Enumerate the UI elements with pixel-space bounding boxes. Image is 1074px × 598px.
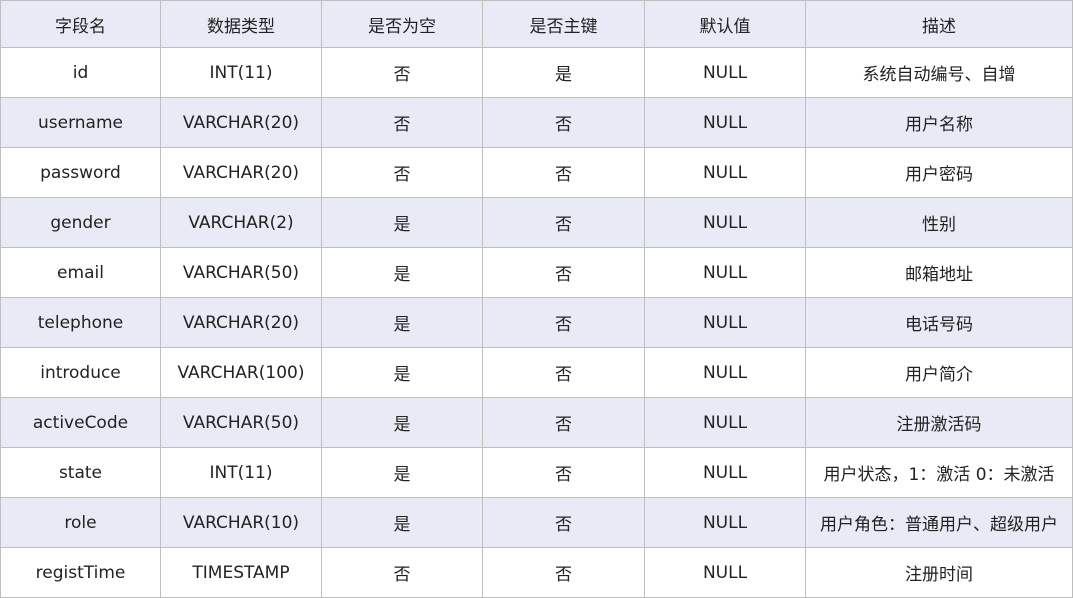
cell-default-value: NULL: [644, 47, 806, 98]
cell-description: 用户角色：普通用户、超级用户: [805, 497, 1073, 548]
cell-description: 用户状态，1：激活 0：未激活: [805, 447, 1073, 498]
cell-default-value: NULL: [644, 297, 806, 348]
cell-primary-key: 否: [482, 447, 645, 498]
cell-data-type: VARCHAR(20): [160, 297, 322, 348]
cell-primary-key: 否: [482, 497, 645, 548]
cell-data-type: VARCHAR(20): [160, 147, 322, 198]
cell-nullable: 是: [321, 297, 483, 348]
cell-default-value: NULL: [644, 197, 806, 248]
cell-default-value: NULL: [644, 347, 806, 398]
cell-data-type: VARCHAR(50): [160, 247, 322, 298]
table-row: email VARCHAR(50) 是 否 NULL 邮箱地址: [0, 247, 1073, 298]
cell-field-name: telephone: [0, 297, 161, 348]
table-row: role VARCHAR(10) 是 否 NULL 用户角色：普通用户、超级用户: [0, 497, 1073, 548]
cell-data-type: VARCHAR(100): [160, 347, 322, 398]
cell-description: 系统自动编号、自增: [805, 47, 1073, 98]
cell-primary-key: 否: [482, 147, 645, 198]
cell-primary-key: 是: [482, 47, 645, 98]
cell-description: 邮箱地址: [805, 247, 1073, 298]
cell-description: 注册时间: [805, 547, 1073, 598]
cell-field-name: introduce: [0, 347, 161, 398]
cell-nullable: 是: [321, 197, 483, 248]
cell-nullable: 否: [321, 547, 483, 598]
cell-nullable: 否: [321, 97, 483, 148]
cell-data-type: INT(11): [160, 447, 322, 498]
cell-description: 用户简介: [805, 347, 1073, 398]
header-default-value: 默认值: [644, 0, 806, 48]
cell-data-type: TIMESTAMP: [160, 547, 322, 598]
cell-description: 性别: [805, 197, 1073, 248]
header-row: 字段名 数据类型 是否为空 是否主键 默认值 描述: [0, 0, 1073, 48]
header-data-type: 数据类型: [160, 0, 322, 48]
cell-field-name: activeCode: [0, 397, 161, 448]
table-row: username VARCHAR(20) 否 否 NULL 用户名称: [0, 97, 1073, 148]
cell-nullable: 否: [321, 47, 483, 98]
cell-description: 电话号码: [805, 297, 1073, 348]
cell-nullable: 是: [321, 497, 483, 548]
cell-field-name: state: [0, 447, 161, 498]
cell-nullable: 是: [321, 447, 483, 498]
cell-default-value: NULL: [644, 447, 806, 498]
cell-data-type: INT(11): [160, 47, 322, 98]
cell-nullable: 是: [321, 347, 483, 398]
cell-primary-key: 否: [482, 97, 645, 148]
table-row: gender VARCHAR(2) 是 否 NULL 性别: [0, 197, 1073, 248]
schema-table: 字段名 数据类型 是否为空 是否主键 默认值 描述 id INT(11) 否 是…: [0, 0, 1073, 598]
table-row: telephone VARCHAR(20) 是 否 NULL 电话号码: [0, 297, 1073, 348]
cell-field-name: username: [0, 97, 161, 148]
cell-data-type: VARCHAR(50): [160, 397, 322, 448]
cell-field-name: registTime: [0, 547, 161, 598]
header-field-name: 字段名: [0, 0, 161, 48]
cell-nullable: 是: [321, 247, 483, 298]
header-primary-key: 是否主键: [482, 0, 645, 48]
cell-description: 注册激活码: [805, 397, 1073, 448]
cell-nullable: 是: [321, 397, 483, 448]
table-row: id INT(11) 否 是 NULL 系统自动编号、自增: [0, 47, 1073, 98]
cell-description: 用户名称: [805, 97, 1073, 148]
cell-default-value: NULL: [644, 97, 806, 148]
cell-field-name: email: [0, 247, 161, 298]
cell-primary-key: 否: [482, 547, 645, 598]
cell-data-type: VARCHAR(20): [160, 97, 322, 148]
cell-field-name: role: [0, 497, 161, 548]
header-nullable: 是否为空: [321, 0, 483, 48]
cell-description: 用户密码: [805, 147, 1073, 198]
cell-primary-key: 否: [482, 397, 645, 448]
table-row: password VARCHAR(20) 否 否 NULL 用户密码: [0, 147, 1073, 198]
table-row: state INT(11) 是 否 NULL 用户状态，1：激活 0：未激活: [0, 447, 1073, 498]
cell-primary-key: 否: [482, 197, 645, 248]
cell-primary-key: 否: [482, 247, 645, 298]
cell-field-name: gender: [0, 197, 161, 248]
cell-default-value: NULL: [644, 147, 806, 198]
cell-field-name: id: [0, 47, 161, 98]
cell-primary-key: 否: [482, 347, 645, 398]
table-row: introduce VARCHAR(100) 是 否 NULL 用户简介: [0, 347, 1073, 398]
header-description: 描述: [805, 0, 1073, 48]
table-row: activeCode VARCHAR(50) 是 否 NULL 注册激活码: [0, 397, 1073, 448]
cell-default-value: NULL: [644, 547, 806, 598]
cell-data-type: VARCHAR(2): [160, 197, 322, 248]
cell-field-name: password: [0, 147, 161, 198]
cell-primary-key: 否: [482, 297, 645, 348]
cell-default-value: NULL: [644, 397, 806, 448]
table-header: 字段名 数据类型 是否为空 是否主键 默认值 描述: [0, 0, 1073, 48]
cell-default-value: NULL: [644, 247, 806, 298]
cell-default-value: NULL: [644, 497, 806, 548]
table-body: id INT(11) 否 是 NULL 系统自动编号、自增 username V…: [0, 47, 1073, 598]
cell-data-type: VARCHAR(10): [160, 497, 322, 548]
cell-nullable: 否: [321, 147, 483, 198]
table-row: registTime TIMESTAMP 否 否 NULL 注册时间: [0, 547, 1073, 598]
